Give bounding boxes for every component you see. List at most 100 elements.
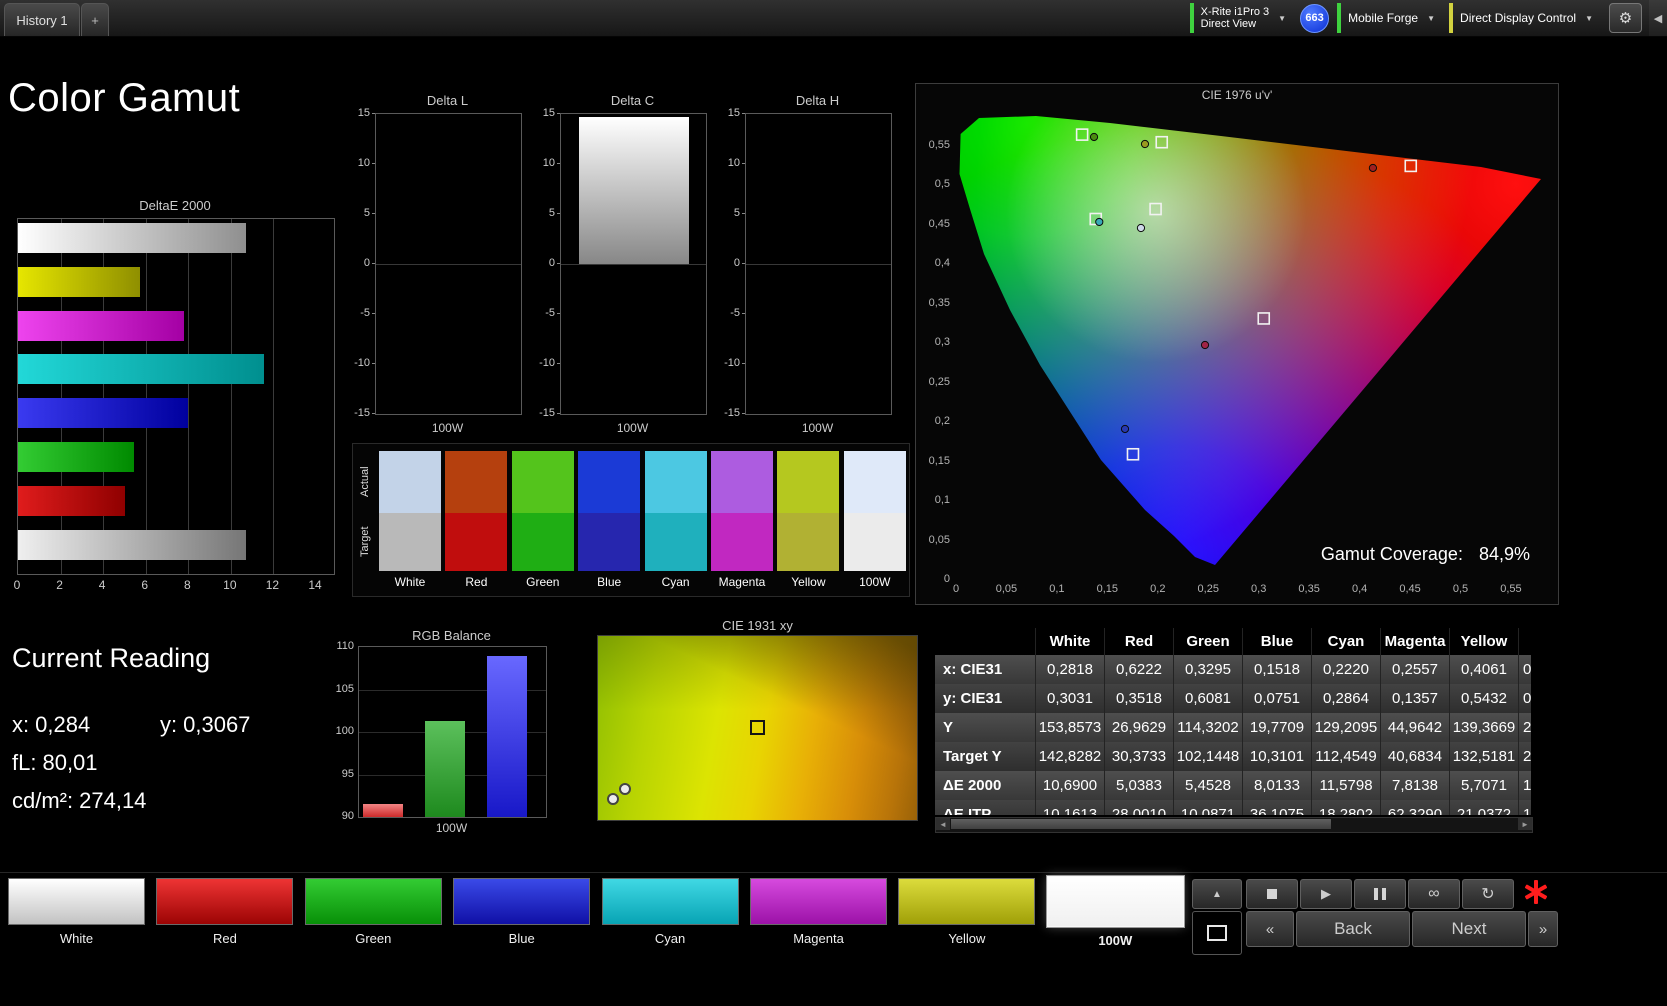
y-tick-label: -15 [348, 407, 370, 419]
pattern-button-magenta[interactable] [750, 878, 887, 925]
chart-title: CIE 1976 u'v' [916, 88, 1558, 102]
target-swatch [379, 513, 441, 571]
continuous-read-button[interactable]: ∞ [1408, 879, 1460, 909]
tab-history[interactable]: History 1 [4, 3, 80, 36]
table-scrollbar[interactable]: ◄ ► [935, 817, 1533, 833]
table-row: y: CIE310,30310,35180,60810,07510,28640,… [935, 684, 1531, 713]
deltae-bar-red [18, 486, 125, 516]
gamut-coverage: Gamut Coverage: 84,9% [1321, 544, 1530, 565]
add-tab-button[interactable]: + [81, 3, 109, 36]
stop-button[interactable] [1246, 879, 1298, 909]
deltae-plot-area [17, 218, 335, 575]
pattern-button-100w[interactable] [1047, 876, 1184, 927]
y-tick-mark [742, 363, 745, 364]
display-control-label: Direct Display Control [1460, 12, 1576, 24]
meter-dropdown[interactable]: X-Rite i1Pro 3 Direct View ▼ [1190, 0, 1292, 36]
actual-target-swatch-strip: Actual Target WhiteRedGreenBlueCyanMagen… [352, 443, 910, 597]
plot-area [560, 113, 707, 415]
title-bar: History 1 + X-Rite i1Pro 3 Direct View ▼… [0, 0, 1667, 37]
scrollbar-thumb[interactable] [951, 819, 1331, 829]
deltae-x-tick-label: 2 [56, 578, 63, 592]
y-tick-mark [742, 313, 745, 314]
expand-up-button[interactable]: ▲ [1192, 879, 1242, 909]
swatch-label: Magenta [711, 575, 773, 589]
y-tick-mark [372, 163, 375, 164]
delta-c-chart: Delta C 100W 151050-5-10-15 [533, 93, 708, 438]
scroll-right-arrow-icon[interactable]: ► [1518, 818, 1532, 830]
collapse-panel-button[interactable]: ◀ [1649, 0, 1667, 36]
first-page-button[interactable]: « [1246, 911, 1294, 947]
y-tick-mark [557, 363, 560, 364]
measured-marker-white [1137, 224, 1144, 231]
target-swatch [777, 513, 839, 571]
display-control-dropdown[interactable]: Direct Display Control ▼ [1449, 0, 1599, 36]
y-tick-mark [557, 213, 560, 214]
rgb-balance-chart: RGB Balance 100W 1101051009590 [328, 628, 556, 840]
y-tick-mark [372, 213, 375, 214]
chevron-down-icon: ▼ [1585, 14, 1593, 23]
pattern-button-red[interactable] [156, 878, 293, 925]
swatch-column-red: Red [445, 451, 507, 589]
y-tick-label: 90 [328, 810, 354, 822]
y-tick-label: 10 [533, 157, 555, 169]
pattern-button-white[interactable] [8, 878, 145, 925]
y-tick-label: -5 [533, 307, 555, 319]
meter-count-badge[interactable]: 663 [1300, 4, 1329, 33]
deltae-bar-white [18, 223, 246, 253]
pattern-slot-blue: Blue [453, 878, 590, 946]
x-tick-label: 0,1 [1049, 583, 1064, 595]
blackout-screen-button[interactable] [1192, 911, 1242, 955]
play-button[interactable]: ▶ [1300, 879, 1352, 909]
y-tick-label: 0,45 [920, 218, 950, 230]
y-tick-label: -10 [533, 357, 555, 369]
scroll-left-arrow-icon[interactable]: ◄ [936, 818, 950, 830]
pattern-label: Green [305, 931, 442, 946]
back-button[interactable]: Back [1296, 911, 1410, 947]
table-row: ΔE 200010,69005,03835,45288,013311,57987… [935, 771, 1531, 800]
pause-icon [1382, 888, 1386, 900]
deltae-x-tick-label: 0 [14, 578, 21, 592]
swatch-label: Yellow [777, 575, 839, 589]
chart-title: CIE 1931 xy [597, 618, 918, 633]
deltae-x-tick-label: 10 [223, 578, 236, 592]
tab-history-label: History 1 [16, 13, 67, 28]
source-dropdown[interactable]: Mobile Forge ▼ [1337, 0, 1441, 36]
pattern-slot-green: Green [305, 878, 442, 946]
notification-button[interactable] [1518, 875, 1554, 909]
x-tick-label: 0,3 [1251, 583, 1266, 595]
target-swatch [711, 513, 773, 571]
pattern-button-cyan[interactable] [602, 878, 739, 925]
y-tick-label: -15 [718, 407, 740, 419]
deltae-gridline [273, 219, 274, 574]
pattern-button-blue[interactable] [453, 878, 590, 925]
target-swatch [645, 513, 707, 571]
deltae-x-tick-label: 6 [141, 578, 148, 592]
swatch-column-magenta: Magenta [711, 451, 773, 589]
pattern-button-yellow[interactable] [898, 878, 1035, 925]
y-tick-mark [557, 113, 560, 114]
delta-h-chart: Delta H 100W 151050-5-10-15 [718, 93, 893, 438]
y-tick-label: 0,35 [920, 297, 950, 309]
last-page-button[interactable]: » [1528, 911, 1558, 947]
pattern-button-green[interactable] [305, 878, 442, 925]
y-tick-label: 0,25 [920, 376, 950, 388]
rgb-bar-red [363, 804, 403, 817]
meter-status-bar [1190, 3, 1194, 33]
plot-area [375, 113, 522, 415]
deltae-2000-chart: DeltaE 2000 02468101214 [17, 198, 333, 596]
loop-button[interactable]: ↻ [1462, 879, 1514, 909]
display-status-bar [1449, 3, 1453, 33]
source-status-bar [1337, 3, 1341, 33]
x-tick-label: 0,45 [1399, 583, 1420, 595]
settings-button[interactable]: ⚙ [1609, 3, 1642, 33]
chart-title: Delta L [375, 93, 520, 108]
y-tick-label: 0,05 [920, 534, 950, 546]
y-tick-label: 95 [328, 768, 354, 780]
x-tick-label: 0,35 [1298, 583, 1319, 595]
y-tick-mark [372, 263, 375, 264]
table-row: Target Y142,828230,3733102,144810,310111… [935, 742, 1531, 771]
play-icon: ▶ [1321, 886, 1331, 902]
pause-button[interactable] [1354, 879, 1406, 909]
swatch-label: Red [445, 575, 507, 589]
next-button[interactable]: Next [1412, 911, 1526, 947]
